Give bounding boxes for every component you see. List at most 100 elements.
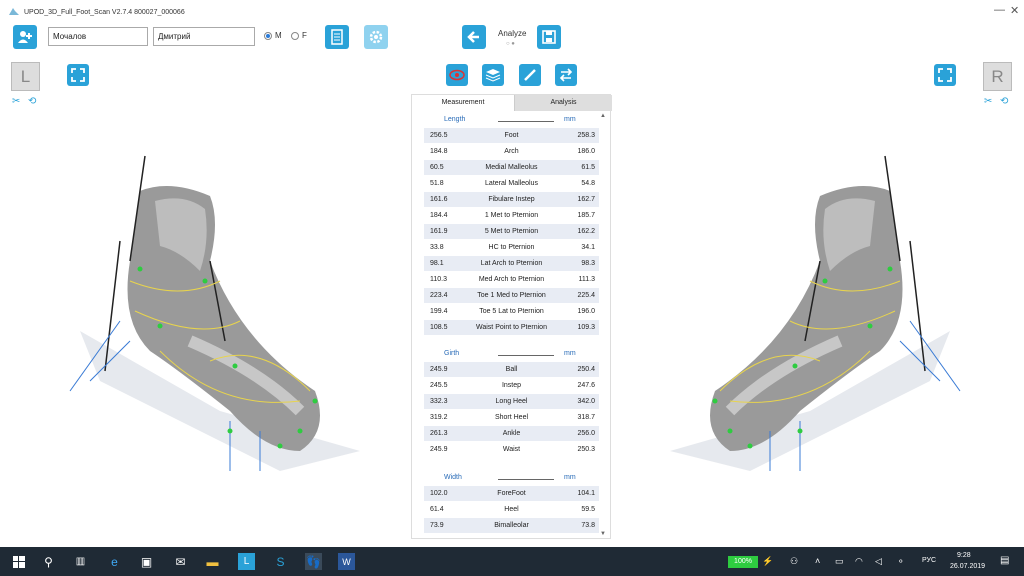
page-dots: ○ ● <box>506 41 515 47</box>
measurement-row[interactable]: 332.3 Long Heel 342.0 <box>424 394 599 409</box>
gender-f-radio[interactable] <box>291 32 299 40</box>
left-foot-model[interactable] <box>60 151 360 471</box>
measurement-name: Ankle <box>502 430 521 437</box>
rotate-icon[interactable]: ⟲ <box>1000 96 1008 107</box>
right-value: 196.0 <box>577 308 595 315</box>
rotate-icon[interactable]: ⟲ <box>28 96 36 107</box>
scissors-icon[interactable]: ✂ <box>12 96 20 107</box>
right-value: 250.4 <box>577 366 595 373</box>
layers-button[interactable] <box>482 64 504 86</box>
window-title: UPOD_3D_Full_Foot_Scan V2.7.4 800027_000… <box>24 9 185 16</box>
scissors-icon[interactable]: ✂ <box>984 96 992 107</box>
measurement-row[interactable]: 110.3 Med Arch to Pternion 111.3 <box>424 272 599 287</box>
edge-icon[interactable]: e <box>106 553 123 570</box>
battery-badge: 100% <box>728 556 758 568</box>
section-divider <box>498 121 554 122</box>
minimize-button[interactable]: — <box>994 4 1005 16</box>
fit-view-right-button[interactable] <box>934 64 956 86</box>
first-name-input[interactable] <box>153 27 255 46</box>
gender-m-radio[interactable] <box>264 32 272 40</box>
fit-view-left-button[interactable] <box>67 64 89 86</box>
measurement-row[interactable]: 51.8 Lateral Malleolus 54.8 <box>424 176 599 191</box>
scroll-down-icon[interactable]: ▼ <box>600 531 606 537</box>
measurement-row[interactable]: 60.5 Medial Malleolus 61.5 <box>424 160 599 175</box>
task-view-icon[interactable]: ▥ <box>72 553 89 570</box>
people-icon[interactable]: ⚇ <box>790 556 798 567</box>
app-l-icon[interactable]: L <box>238 553 255 570</box>
close-button[interactable]: ✕ <box>1010 4 1019 17</box>
right-foot-model[interactable] <box>670 151 970 471</box>
swap-button[interactable] <box>555 64 577 86</box>
gear-icon <box>369 30 383 44</box>
measurement-name: Long Heel <box>495 398 528 405</box>
measurement-name: Fibulare Instep <box>488 196 535 203</box>
measurement-name: 5 Met to Pternion <box>484 228 539 235</box>
save-button[interactable] <box>537 25 561 49</box>
windows-start-icon[interactable] <box>10 553 27 570</box>
measurement-name: Waist <box>502 446 521 453</box>
measurement-row[interactable]: 184.4 1 Met to Pternion 185.7 <box>424 208 599 223</box>
measurement-row[interactable]: 261.3 Ankle 256.0 <box>424 426 599 441</box>
measurement-name: Lateral Malleolus <box>485 180 538 187</box>
right-foot-label[interactable]: R <box>983 62 1012 91</box>
measurement-row[interactable]: 319.2 Short Heel 318.7 <box>424 410 599 425</box>
plug-icon[interactable]: ⚡ <box>762 556 773 567</box>
measurement-row[interactable]: 33.8 HC to Pternion 34.1 <box>424 240 599 255</box>
measurement-row[interactable]: 102.0 ForeFoot 104.1 <box>424 486 599 501</box>
measurement-row[interactable]: 245.5 Instep 247.6 <box>424 378 599 393</box>
section-unit: mm <box>564 474 576 481</box>
right-value: 162.7 <box>577 196 595 203</box>
measurement-row[interactable]: 161.9 5 Met to Pternion 162.2 <box>424 224 599 239</box>
mail-icon[interactable]: ✉ <box>172 553 189 570</box>
panel-scrollbar[interactable]: ▲ ▼ <box>600 113 608 537</box>
measurement-name: Ball <box>505 366 518 373</box>
gender-m-label: M <box>275 31 282 40</box>
add-patient-button[interactable] <box>13 25 37 49</box>
section-unit: mm <box>564 116 576 123</box>
notifications-icon[interactable]: ▤ <box>1000 555 1009 566</box>
folder-icon[interactable]: ▬ <box>204 553 221 570</box>
measurement-row[interactable]: 223.4 Toe 1 Med to Pternion 225.4 <box>424 288 599 303</box>
skype-icon[interactable]: S <box>272 553 289 570</box>
clock-time[interactable]: 9:28 <box>957 552 971 559</box>
measurement-row[interactable]: 245.9 Ball 250.4 <box>424 362 599 377</box>
measurement-row[interactable]: 184.8 Arch 186.0 <box>424 144 599 159</box>
measurement-row[interactable]: 108.5 Waist Point to Pternion 109.3 <box>424 320 599 335</box>
view-mode-button[interactable] <box>446 64 468 86</box>
left-foot-label[interactable]: L <box>11 62 40 91</box>
measurement-row[interactable]: 256.5 Foot 258.3 <box>424 128 599 143</box>
foot-scan-app-icon[interactable]: 👣 <box>305 553 322 570</box>
chevron-up-icon[interactable]: ˄ <box>815 556 820 566</box>
search-icon[interactable]: ⚲ <box>40 553 57 570</box>
battery-icon[interactable]: ▭ <box>835 556 844 567</box>
clock-date[interactable]: 26.07.2019 <box>950 563 985 570</box>
section-title: Length <box>444 116 466 123</box>
report-button[interactable] <box>325 25 349 49</box>
wifi-icon[interactable]: ◠ <box>855 556 863 567</box>
right-value: 98.3 <box>581 260 595 267</box>
right-value: 258.3 <box>577 132 595 139</box>
volume-icon[interactable]: ◁ <box>875 556 882 567</box>
settings-button[interactable] <box>364 25 388 49</box>
back-button[interactable] <box>462 25 486 49</box>
tab-analysis[interactable]: Analysis <box>514 95 612 111</box>
right-value: 162.2 <box>577 228 595 235</box>
measurement-name: Bimalleolar <box>494 522 529 529</box>
section-divider <box>498 355 554 356</box>
measurement-name: HC to Pternion <box>488 244 535 251</box>
last-name-input[interactable] <box>48 27 148 46</box>
measurement-row[interactable]: 73.9 Bimalleolar 73.8 <box>424 518 599 533</box>
tab-measurement[interactable]: Measurement <box>412 95 514 111</box>
draw-button[interactable] <box>519 64 541 86</box>
measurement-row[interactable]: 61.4 Heel 59.5 <box>424 502 599 517</box>
scroll-up-icon[interactable]: ▲ <box>600 113 606 119</box>
word-icon[interactable]: W <box>338 553 355 570</box>
measurement-row[interactable]: 98.1 Lat Arch to Pternion 98.3 <box>424 256 599 271</box>
measurement-row[interactable]: 199.4 Toe 5 Lat to Pternion 196.0 <box>424 304 599 319</box>
measurement-row[interactable]: 161.6 Fibulare Instep 162.7 <box>424 192 599 207</box>
store-icon[interactable]: ▣ <box>138 553 155 570</box>
language-indicator[interactable]: РУС <box>922 557 936 564</box>
right-value: 250.3 <box>577 446 595 453</box>
measurement-row[interactable]: 245.9 Waist 250.3 <box>424 442 599 457</box>
network-icon[interactable]: ⚬ <box>897 556 905 567</box>
